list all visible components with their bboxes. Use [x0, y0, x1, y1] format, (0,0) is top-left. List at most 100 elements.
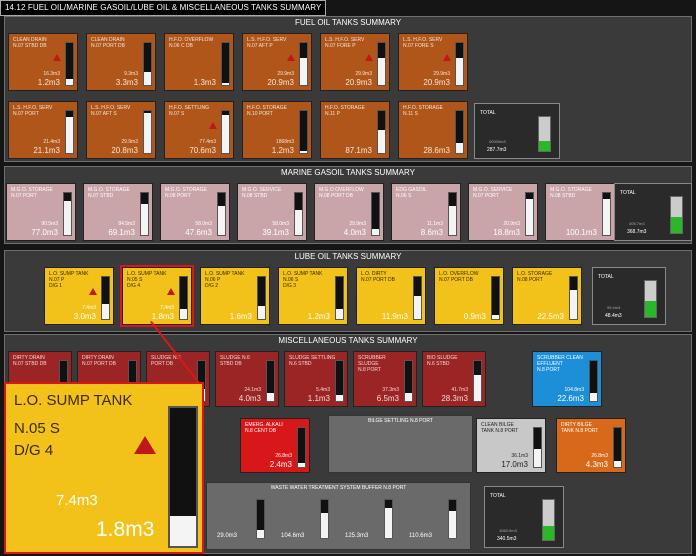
tank-tile[interactable]: L.O. OVERFLOW N.07 PORT DB 0.9m3: [434, 267, 504, 325]
tank-capacity: 77.4m3: [199, 139, 216, 145]
level-fill: [539, 141, 550, 151]
tank-volume: 70.6m3: [189, 146, 216, 155]
tank-name: CLEAN DRAIN N.07 PORT DB: [91, 37, 125, 49]
total-capacity: 00000m3: [489, 139, 506, 144]
tank-capacity: 1868m3: [275, 139, 294, 145]
zoom-tank-id: N.05 S: [14, 420, 60, 437]
tank-tile[interactable]: EDG GASOIL N.06 S 11.1m3 8.6m3: [391, 183, 461, 241]
tank-capacity: 9.3m3: [124, 71, 138, 77]
tank-volume: 87.1m3: [345, 146, 372, 155]
tank-tile[interactable]: SCRUBBER SLUDGE N.8 PORT 37.3m3 6.5m3: [353, 351, 417, 407]
waste-mini-tank[interactable]: 110.6m3: [409, 497, 461, 543]
level-fill: [414, 295, 421, 319]
waste-mini-tank[interactable]: 125.3m3: [345, 497, 397, 543]
level-fill: [141, 203, 148, 235]
tank-tile[interactable]: M.G.O. SERVICE N.07 PORT 20.9m3 18.8m3: [468, 183, 538, 241]
tank-tile[interactable]: L.O. DIRTY N.07 PORT DB 11.9m3: [356, 267, 426, 325]
tank-volume: 0.9m3: [463, 312, 486, 321]
tank-tile[interactable]: M.G.O OVERFLOW N.08 PORT DB 29.9m3 4.0m3: [314, 183, 384, 241]
total-tile: TOTAL 1063.9m3 340.5m3: [484, 486, 564, 548]
tank-name: L.O. STORAGE N.08 PORT: [517, 271, 553, 283]
bilge-settling-label: BILGE SETTLING N.8 PORT: [368, 418, 433, 424]
tank-tile[interactable]: SLUDGE N.6 STBD DB 24.1m3 4.0m3: [215, 351, 279, 407]
misc-header: MISCELLANEOUS TANKS SUMMARY: [278, 336, 418, 345]
tank-tile[interactable]: M.G.O. STORAGE N.07 STBD 84.5m3 69.1m3: [83, 183, 153, 241]
tank-tile[interactable]: L.O. SUMP TANK N.05 S D/G 4 7.4m3 1.8m3: [120, 265, 194, 327]
level-bar: [371, 192, 380, 236]
level-fill: [372, 228, 379, 235]
tank-capacity: 7.4m3: [82, 305, 96, 311]
tank-capacity: 20.9m3: [503, 221, 520, 227]
tank-tile[interactable]: L.O. STORAGE N.08 PORT 22.5m3: [512, 267, 582, 325]
level-bar: [65, 110, 74, 154]
total-volume: 48.4m3: [605, 313, 622, 319]
tank-tile[interactable]: L.O. SUMP TANK N.06 S D/G 3 1.2m3: [278, 267, 348, 325]
tank-tile[interactable]: L.S. H.F.O. SERV N.07 AFT P 29.9m3 20.9m3: [242, 33, 312, 91]
level-fill: [385, 507, 392, 538]
tank-tile[interactable]: CLEAN BILGE TANK N.8 PORT 36.1m3 17.0m3: [476, 418, 546, 473]
level-bar: [221, 110, 230, 154]
level-bar: [384, 499, 393, 539]
tank-tile[interactable]: M.G.O. SERVICE N.08 STBD 58.0m3 39.1m3: [237, 183, 307, 241]
level-fill: [300, 150, 307, 153]
tank-volume: 18.8m3: [493, 228, 520, 237]
tank-tile[interactable]: H.F.O. OVERFLOW N.06 C DB 1.3m3: [164, 33, 234, 91]
level-bar: [143, 110, 152, 154]
tank-tile[interactable]: H.F.O. STORAGE N.10 PORT 1868m3 1.2m3: [242, 101, 312, 159]
tank-name: M.G.O. STORAGE N.07 PORT: [11, 187, 53, 199]
tank-capacity: 41.7m3: [451, 387, 468, 393]
tank-tile[interactable]: M.G.O. STORAGE N.08 PORT 58.0m3 47.6m3: [160, 183, 230, 241]
level-fill: [66, 78, 73, 85]
tank-tile[interactable]: EMERG. ALKALI N.8 CENT DB 26.8m3 2.4m3: [240, 418, 310, 473]
level-fill: [102, 304, 109, 319]
mgo-header: MARINE GASOIL TANKS SUMMARY: [281, 168, 415, 177]
tank-tile[interactable]: BIO SLUDGE N.6 STBD 41.7m3 28.3m3: [422, 351, 486, 407]
tank-capacity: 11.1m3: [426, 221, 443, 227]
total-volume: 340.5m3: [497, 536, 517, 542]
tank-tile[interactable]: H.F.O. SETTLING N.07 S 77.4m3 70.6m3: [164, 101, 234, 159]
level-bar: [644, 280, 657, 318]
level-fill: [405, 393, 412, 401]
tank-tile[interactable]: SCRUBBER CLEAN EFFLUENT N.8 PORT 104.8m3 2…: [532, 351, 602, 407]
zoom-callout: L.O. SUMP TANK N.05 S D/G 4 7.4m3 1.8m3: [4, 382, 204, 554]
waste-mini-tank[interactable]: 104.6m3: [281, 497, 333, 543]
tank-volume: 20.9m3: [423, 78, 450, 87]
fuel-oil-header: FUEL OIL TANKS SUMMARY: [294, 18, 402, 27]
tank-name: L.O. DIRTY N.07 PORT DB: [361, 271, 395, 283]
tank-tile[interactable]: M.G.O. STORAGE N.07 PORT 90.5m3 77.0m3: [6, 183, 76, 241]
level-fill: [180, 308, 187, 319]
zoom-capacity: 7.4m3: [56, 492, 98, 509]
tank-name: M.G.O. STORAGE N.07 STBD: [88, 187, 130, 199]
tank-tile[interactable]: L.S. H.F.O. SERV N.07 FORE S 29.9m3 20.9m3: [398, 33, 468, 91]
tank-tile[interactable]: L.O. SUMP TANK N.06 P D/G 2 1.6m3: [200, 267, 270, 325]
tank-tile[interactable]: L.O. SUMP TANK N.07 P D/G 1 7.4m3 3.0m3: [44, 267, 114, 325]
tank-tile[interactable]: CLEAN DRAIN N.07 STBD DB 16.3m3 1.2m3: [8, 33, 78, 91]
tank-tile[interactable]: CLEAN DRAIN N.07 PORT DB 9.3m3 3.3m3: [86, 33, 156, 91]
tank-tile[interactable]: H.F.O. STORAGE N.11 P 87.1m3: [320, 101, 390, 159]
level-fill: [144, 72, 151, 85]
level-bar: [299, 110, 308, 154]
tank-tile[interactable]: H.F.O. STORAGE N.11 S 28.6m3: [398, 101, 468, 159]
tank-name: L.O. SUMP TANK N.07 P D/G 1: [49, 271, 89, 289]
level-fill: [222, 82, 229, 85]
tank-capacity: 21.4m3: [43, 139, 60, 145]
tank-volume: 1.6m3: [229, 312, 252, 321]
tank-volume: 20.9m3: [345, 78, 372, 87]
tank-name: EDG GASOIL N.06 S: [396, 187, 427, 199]
tank-tile[interactable]: SLUDGE SETTLING N.6 STBD 5.4m3 1.1m3: [284, 351, 348, 407]
tank-tile[interactable]: DIRTY BILGE TANK N.8 PORT 26.8m3 4.3m3: [556, 418, 626, 473]
tank-capacity: 36.1m3: [511, 453, 528, 459]
tank-tile[interactable]: M.G.O. STORAGE N.08 STBD 100.1m3: [545, 183, 615, 241]
tank-tile[interactable]: L.S. H.F.O. SERV N.07 AFT S 29.9m3 20.8m3: [86, 101, 156, 159]
waste-mini-tank[interactable]: 29.0m3: [217, 497, 269, 543]
tank-volume: 1.3m3: [193, 78, 216, 87]
tank-capacity: 90.5m3: [41, 221, 58, 227]
alarm-icon: [443, 54, 451, 61]
tank-capacity: 29.9m3: [355, 71, 372, 77]
level-fill: [492, 314, 499, 319]
level-fill: [257, 530, 264, 538]
tank-tile[interactable]: L.S. H.F.O. SERV N.07 FORE P 29.9m3 20.9m3: [320, 33, 390, 91]
tank-volume: 11.9m3: [381, 312, 408, 321]
tank-volume: 3.3m3: [115, 78, 138, 87]
tank-tile[interactable]: L.S. H.F.O. SERV N.07 PORT 21.4m3 21.1m3: [8, 101, 78, 159]
